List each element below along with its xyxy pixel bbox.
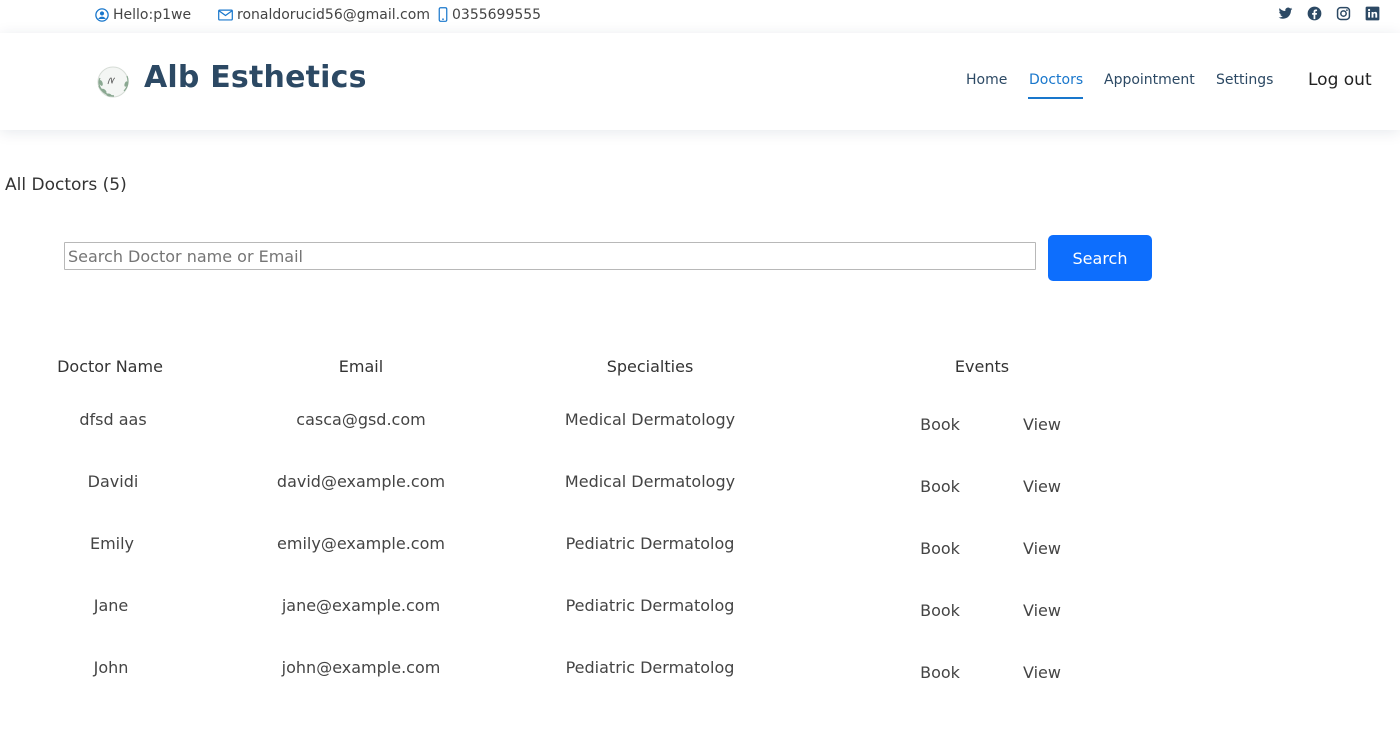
greeting: Hello:p1we	[95, 0, 191, 29]
view-button[interactable]: View	[1023, 477, 1061, 496]
column-header-events: Events	[954, 357, 1010, 376]
doctor-name: Emily	[89, 534, 135, 553]
book-button[interactable]: Book	[920, 477, 960, 496]
search-button[interactable]: Search	[1048, 235, 1152, 281]
doctor-specialty: Pediatric Dermatolog	[565, 596, 735, 615]
nav-appointment[interactable]: Appointment	[1104, 72, 1195, 88]
facebook-icon[interactable]	[1307, 6, 1322, 21]
envelope-icon	[218, 8, 233, 21]
active-nav-indicator	[1028, 97, 1083, 99]
twitter-icon[interactable]	[1278, 6, 1293, 21]
view-button[interactable]: View	[1023, 663, 1061, 682]
book-button[interactable]: Book	[920, 539, 960, 558]
book-button[interactable]: Book	[920, 663, 960, 682]
book-button[interactable]: Book	[920, 601, 960, 620]
column-header-email: Email	[338, 357, 384, 376]
phone-contact[interactable]: 0355699555	[438, 0, 541, 29]
view-button[interactable]: View	[1023, 539, 1061, 558]
doctor-specialty: Medical Dermatology	[564, 410, 736, 429]
instagram-icon[interactable]	[1336, 6, 1351, 21]
top-bar: Hello:p1we ronaldorucid56@gmail.com 0355…	[0, 0, 1400, 31]
column-header-specialties: Specialties	[606, 357, 694, 376]
linkedin-icon[interactable]	[1365, 6, 1380, 21]
phone-icon	[438, 7, 448, 22]
doctor-name: dfsd aas	[79, 410, 147, 429]
doctor-email: emily@example.com	[277, 534, 445, 553]
logout-link[interactable]: Log out	[1308, 70, 1372, 90]
doctor-email: david@example.com	[276, 472, 446, 491]
doctor-name: Jane	[93, 596, 129, 615]
social-links	[1278, 6, 1380, 21]
user-circle-icon	[95, 7, 109, 22]
view-button[interactable]: View	[1023, 601, 1061, 620]
doctor-specialty: Pediatric Dermatolog	[565, 534, 735, 553]
email-contact[interactable]: ronaldorucid56@gmail.com	[218, 0, 430, 29]
doctor-email: jane@example.com	[281, 596, 441, 615]
phone-text: 0355699555	[452, 6, 542, 23]
book-button[interactable]: Book	[920, 415, 960, 434]
view-button[interactable]: View	[1023, 415, 1061, 434]
column-header-name: Doctor Name	[57, 357, 163, 376]
doctor-specialty: Pediatric Dermatolog	[565, 658, 735, 677]
doctor-email: john@example.com	[281, 658, 441, 677]
email-text: ronaldorucid56@gmail.com	[237, 6, 430, 23]
page-title: All Doctors (5)	[5, 175, 127, 195]
nav-doctors[interactable]: Doctors	[1029, 72, 1083, 88]
site-header: Alb Esthetics Home Doctors Appointment S…	[0, 33, 1400, 130]
nav-settings[interactable]: Settings	[1216, 72, 1273, 88]
doctor-specialty: Medical Dermatology	[564, 472, 736, 491]
search-input[interactable]	[64, 242, 1036, 270]
brand-name[interactable]: Alb Esthetics	[144, 60, 367, 95]
brand-logo-icon[interactable]	[93, 64, 133, 100]
nav-home[interactable]: Home	[966, 72, 1007, 88]
doctor-name: Davidi	[87, 472, 139, 491]
doctor-name: John	[93, 658, 129, 677]
greeting-text: Hello:p1we	[113, 6, 192, 23]
doctor-email: casca@gsd.com	[296, 410, 426, 429]
